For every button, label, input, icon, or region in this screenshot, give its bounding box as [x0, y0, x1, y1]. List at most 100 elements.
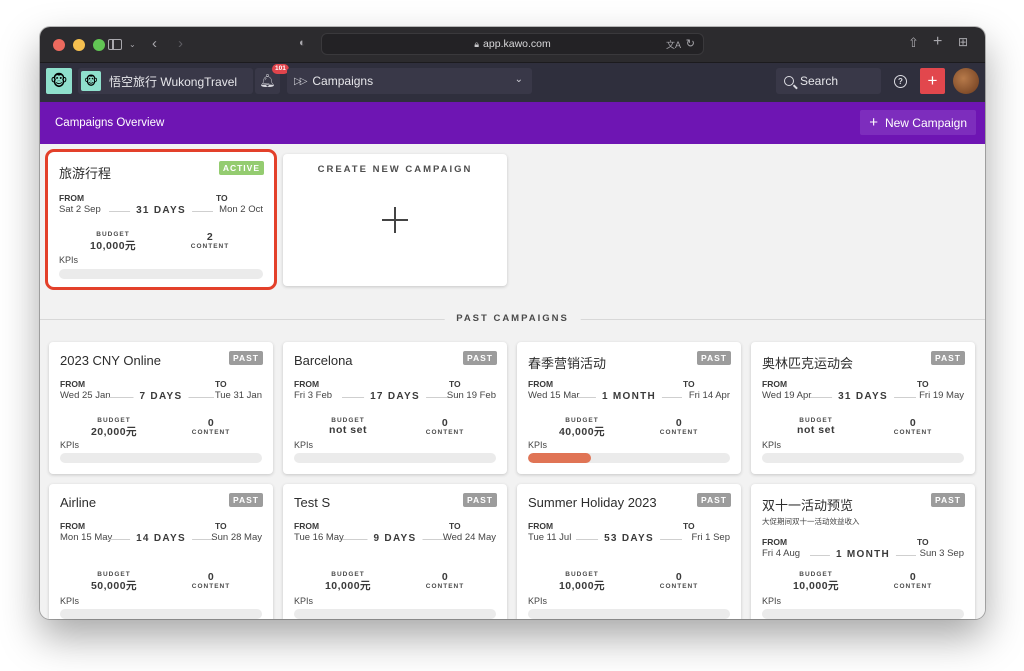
active-campaign-card[interactable]: 旅游行程 ACTIVE FROM Sat 2 Sep 31 DAYS TO Mo… — [45, 149, 277, 290]
address-bar[interactable]: 🔒︎ app.kawo.com 文A ↻ — [321, 33, 704, 55]
chevron-down-icon[interactable]: ⌄ — [129, 40, 136, 49]
sidebar-toggle-icon[interactable] — [108, 39, 122, 50]
status-badge: PAST — [228, 351, 263, 365]
budget-value: 50,000元 — [90, 580, 138, 592]
budget-label: BUDGET — [799, 571, 833, 578]
campaigns-module-icon: ▷▷ — [294, 75, 307, 87]
campaign-duration: 7 DAYS — [133, 391, 189, 402]
budget-label: BUDGET — [97, 417, 131, 424]
minimize-window-button[interactable] — [73, 38, 85, 51]
zoom-window-button[interactable] — [93, 38, 105, 51]
campaign-card[interactable]: Test S PAST FROM Tue 16 May 9 DAYS TO We… — [283, 484, 507, 619]
content-count: 0 — [675, 571, 683, 583]
back-icon[interactable]: ‹ — [152, 35, 157, 52]
content-count: 0 — [909, 571, 917, 583]
content-count: 0 — [441, 571, 449, 583]
budget-label: BUDGET — [565, 571, 599, 578]
budget-metric: BUDGET 20,000元 — [64, 417, 164, 439]
campaign-card[interactable]: Airline PAST FROM Mon 15 May 14 DAYS TO … — [49, 484, 273, 619]
url-text: app.kawo.com — [483, 38, 551, 50]
from-date: Wed 15 Mar — [528, 390, 580, 401]
content-metric: 0 CONTENT — [629, 571, 729, 590]
campaign-duration: 1 MONTH — [595, 391, 663, 402]
brand-switcher[interactable]: 🐵 悟空旅行 WukongTravel — [78, 68, 253, 94]
budget-value: 10,000元 — [324, 580, 372, 592]
kpis-label: KPIs — [528, 596, 548, 606]
content-label: CONTENT — [659, 583, 699, 590]
from-label: FROM — [294, 379, 320, 389]
content-metric: 0 CONTENT — [395, 571, 495, 590]
translate-icon[interactable]: 文A — [666, 38, 681, 51]
add-button[interactable]: + — [920, 68, 945, 94]
content-count: 0 — [207, 571, 215, 583]
to-date: Sun 28 May — [211, 532, 262, 543]
kpis-label: KPIs — [59, 255, 79, 265]
campaign-dates: FROM Tue 16 May 9 DAYS TO Wed 24 May — [294, 521, 496, 545]
campaign-card[interactable]: 奥林匹克运动会 PAST FROM Wed 19 Apr 31 DAYS TO … — [751, 342, 975, 474]
create-new-campaign-card[interactable]: CREATE NEW CAMPAIGN — [283, 154, 507, 286]
to-date: Fri 14 Apr — [688, 390, 730, 401]
campaign-card[interactable]: Summer Holiday 2023 PAST FROM Tue 11 Jul… — [517, 484, 741, 619]
to-date: Fri 1 Sep — [691, 532, 730, 543]
to-date: Fri 19 May — [919, 390, 964, 401]
status-badge: PAST — [462, 493, 497, 507]
kpi-progress-bar — [762, 609, 964, 619]
budget-label: BUDGET — [565, 417, 599, 424]
campaign-title: 双十一活动预览 — [762, 498, 854, 513]
content-count: 0 — [909, 417, 917, 429]
campaign-card[interactable]: 双十一活动预览 PAST 大促期间双十一活动效益收入 FROM Fri 4 Au… — [751, 484, 975, 619]
campaign-card[interactable]: 春季营销活动 PAST FROM Wed 15 Mar 1 MONTH TO F… — [517, 342, 741, 474]
search-button[interactable]: Search — [776, 68, 881, 94]
to-label: TO — [917, 537, 929, 547]
from-date: Wed 25 Jan — [60, 390, 111, 401]
kpis-label: KPIs — [762, 596, 782, 606]
safari-toolbar: ⌄ ‹ › ◐ 🔒︎ app.kawo.com 文A ↻ ⇧ + ⊞ — [40, 27, 985, 63]
kpi-progress-bar — [528, 609, 730, 619]
app-logo[interactable]: 🐵 — [46, 68, 72, 94]
content-label: CONTENT — [893, 583, 933, 590]
content-label: CONTENT — [190, 243, 230, 250]
budget-metric: BUDGET 10,000元 — [532, 571, 632, 593]
to-label: TO — [683, 379, 695, 389]
campaigns-content: 旅游行程 ACTIVE FROM Sat 2 Sep 31 DAYS TO Mo… — [40, 144, 985, 619]
status-badge: PAST — [696, 493, 731, 507]
status-badge: ACTIVE — [218, 161, 264, 175]
lock-icon: 🔒︎ — [474, 38, 480, 49]
tab-overview-icon[interactable]: ⊞ — [958, 35, 968, 49]
content-count: 0 — [207, 417, 215, 429]
budget-label: BUDGET — [97, 571, 131, 578]
new-campaign-button[interactable]: + New Campaign — [860, 110, 976, 135]
new-campaign-label: New Campaign — [884, 115, 967, 130]
campaign-metrics: BUDGET 10,000元 0 CONTENT — [751, 571, 975, 593]
content-metric: 0 CONTENT — [161, 571, 261, 590]
content-label: CONTENT — [893, 429, 933, 436]
campaign-title: 旅游行程 — [59, 166, 112, 181]
campaign-card[interactable]: 2023 CNY Online PAST FROM Wed 25 Jan 7 D… — [49, 342, 273, 474]
from-label: FROM — [762, 537, 788, 547]
help-icon[interactable]: ? — [894, 75, 907, 88]
kpi-progress-fill — [528, 453, 591, 463]
new-tab-icon[interactable]: + — [933, 33, 942, 51]
campaign-card[interactable]: Barcelona PAST FROM Fri 3 Feb 17 DAYS TO… — [283, 342, 507, 474]
to-label: TO — [449, 521, 461, 531]
campaign-dates: FROM Tue 11 Jul 53 DAYS TO Fri 1 Sep — [528, 521, 730, 545]
page-title: Campaigns Overview — [55, 117, 165, 129]
page-header-bar: Campaigns Overview + New Campaign — [40, 102, 985, 144]
user-avatar[interactable] — [953, 68, 979, 94]
campaign-metrics: BUDGET 10,000元 0 CONTENT — [283, 571, 507, 593]
campaign-duration: 9 DAYS — [367, 533, 423, 544]
content-label: CONTENT — [425, 583, 465, 590]
forward-icon[interactable]: › — [178, 35, 183, 52]
module-selector[interactable]: ▷▷ Campaigns ⌄ — [287, 68, 532, 94]
from-date: Tue 11 Jul — [528, 532, 572, 543]
close-window-button[interactable] — [53, 38, 65, 51]
budget-metric: BUDGET 50,000元 — [64, 571, 164, 593]
reload-icon[interactable]: ↻ — [686, 37, 695, 50]
from-label: FROM — [528, 521, 554, 531]
from-label: FROM — [60, 379, 86, 389]
budget-metric: BUDGET 40,000元 — [532, 417, 632, 439]
share-icon[interactable]: ⇧ — [908, 35, 919, 51]
past-campaigns-heading: PAST CAMPAIGNS — [444, 313, 581, 324]
privacy-shield-icon[interactable]: ◐ — [299, 37, 306, 49]
campaign-duration: 31 DAYS — [832, 391, 894, 402]
